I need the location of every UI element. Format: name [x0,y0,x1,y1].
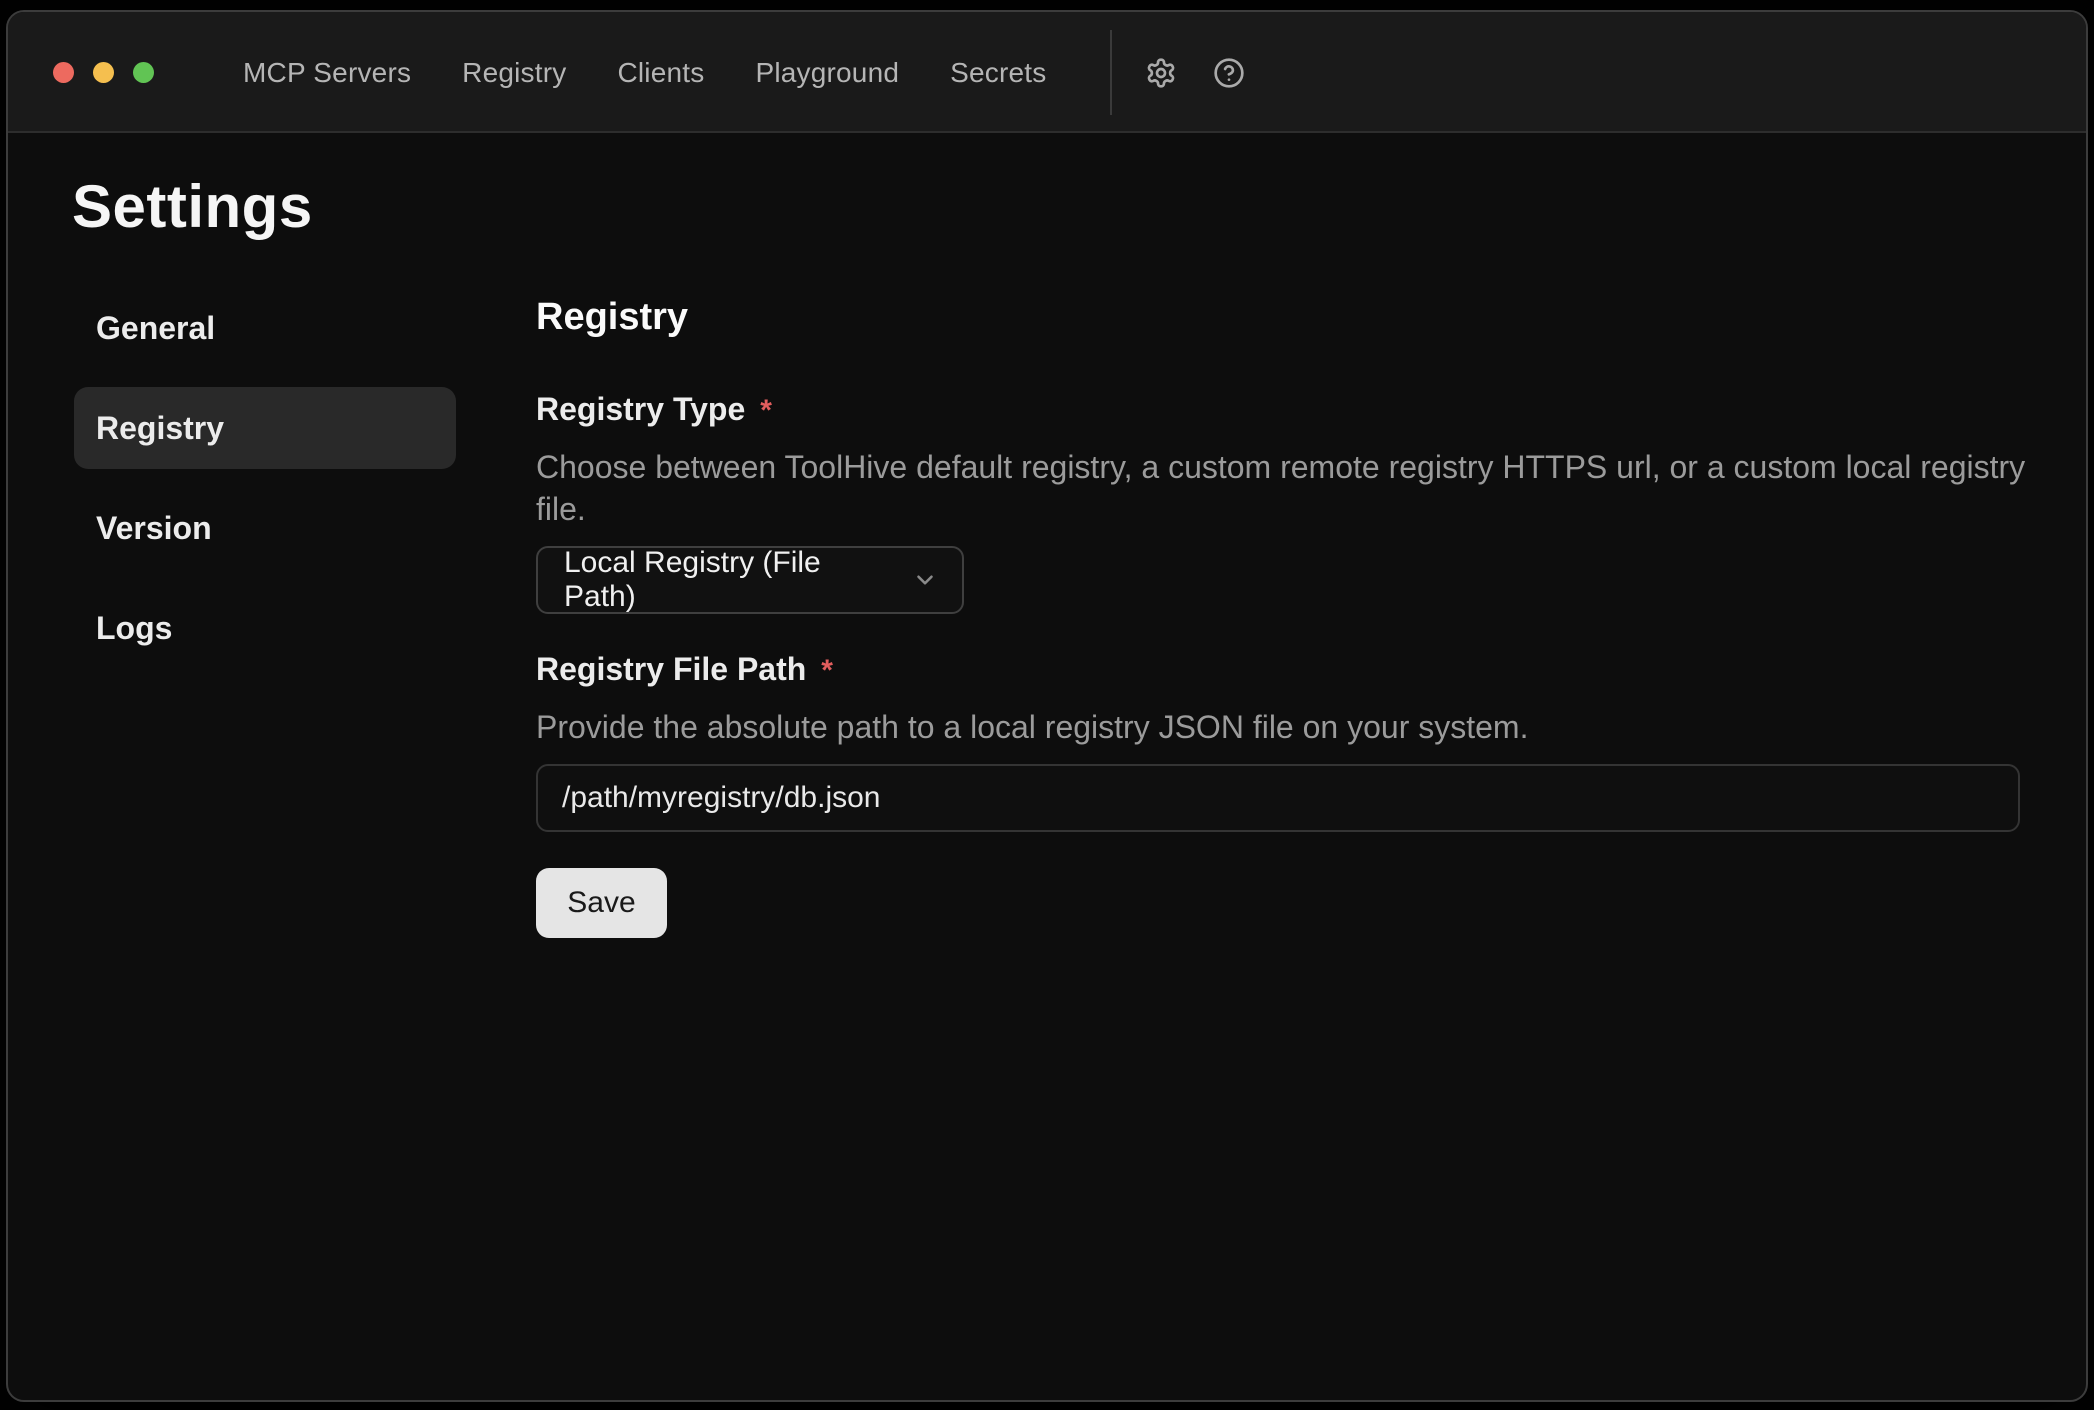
registry-file-path-input[interactable] [536,764,2020,832]
save-button[interactable]: Save [536,868,667,938]
settings-sidebar: General Registry Version Logs [74,287,456,669]
minimize-window-button[interactable] [93,62,114,83]
nav-divider [1110,30,1112,115]
sidebar-item-label: Version [96,510,212,547]
nav-item-secrets[interactable]: Secrets [950,57,1046,89]
registry-type-selected-value: Local Registry (File Path) [564,546,894,614]
registry-file-path-label-row: Registry File Path * [536,648,2028,692]
window-controls [53,12,154,133]
help-circle-icon [1213,57,1245,89]
chevron-down-icon [894,567,938,593]
registry-type-description: Choose between ToolHive default registry… [536,446,2028,530]
sidebar-item-label: Registry [96,410,224,447]
sidebar-item-version[interactable]: Version [74,487,456,569]
sidebar-item-label: Logs [96,610,172,647]
required-asterisk: * [821,648,833,692]
desktop-background: MCP Servers Registry Clients Playground … [0,0,2094,1410]
section-heading: Registry [536,294,2028,340]
registry-file-path-description: Provide the absolute path to a local reg… [536,706,2028,748]
sidebar-item-general[interactable]: General [74,287,456,369]
registry-type-label-row: Registry Type * [536,388,2028,432]
sidebar-item-registry[interactable]: Registry [74,387,456,469]
gear-icon [1145,57,1177,89]
main-nav: MCP Servers Registry Clients Playground … [243,12,1046,133]
nav-item-playground[interactable]: Playground [755,57,899,89]
nav-item-clients[interactable]: Clients [617,57,704,89]
settings-panel: Registry Registry Type * Choose between … [536,294,2028,938]
titlebar: MCP Servers Registry Clients Playground … [8,12,2086,133]
registry-type-label: Registry Type [536,388,745,430]
page-title: Settings [72,172,313,241]
sidebar-item-label: General [96,310,215,347]
nav-item-registry[interactable]: Registry [462,57,566,89]
app-window: MCP Servers Registry Clients Playground … [6,10,2088,1402]
registry-file-path-label: Registry File Path [536,648,806,690]
close-window-button[interactable] [53,62,74,83]
nav-item-mcp-servers[interactable]: MCP Servers [243,57,411,89]
sidebar-item-logs[interactable]: Logs [74,587,456,669]
registry-type-select[interactable]: Local Registry (File Path) [536,546,964,614]
help-button[interactable] [1205,12,1253,133]
settings-gear-button[interactable] [1137,12,1185,133]
required-asterisk: * [760,388,772,432]
maximize-window-button[interactable] [133,62,154,83]
